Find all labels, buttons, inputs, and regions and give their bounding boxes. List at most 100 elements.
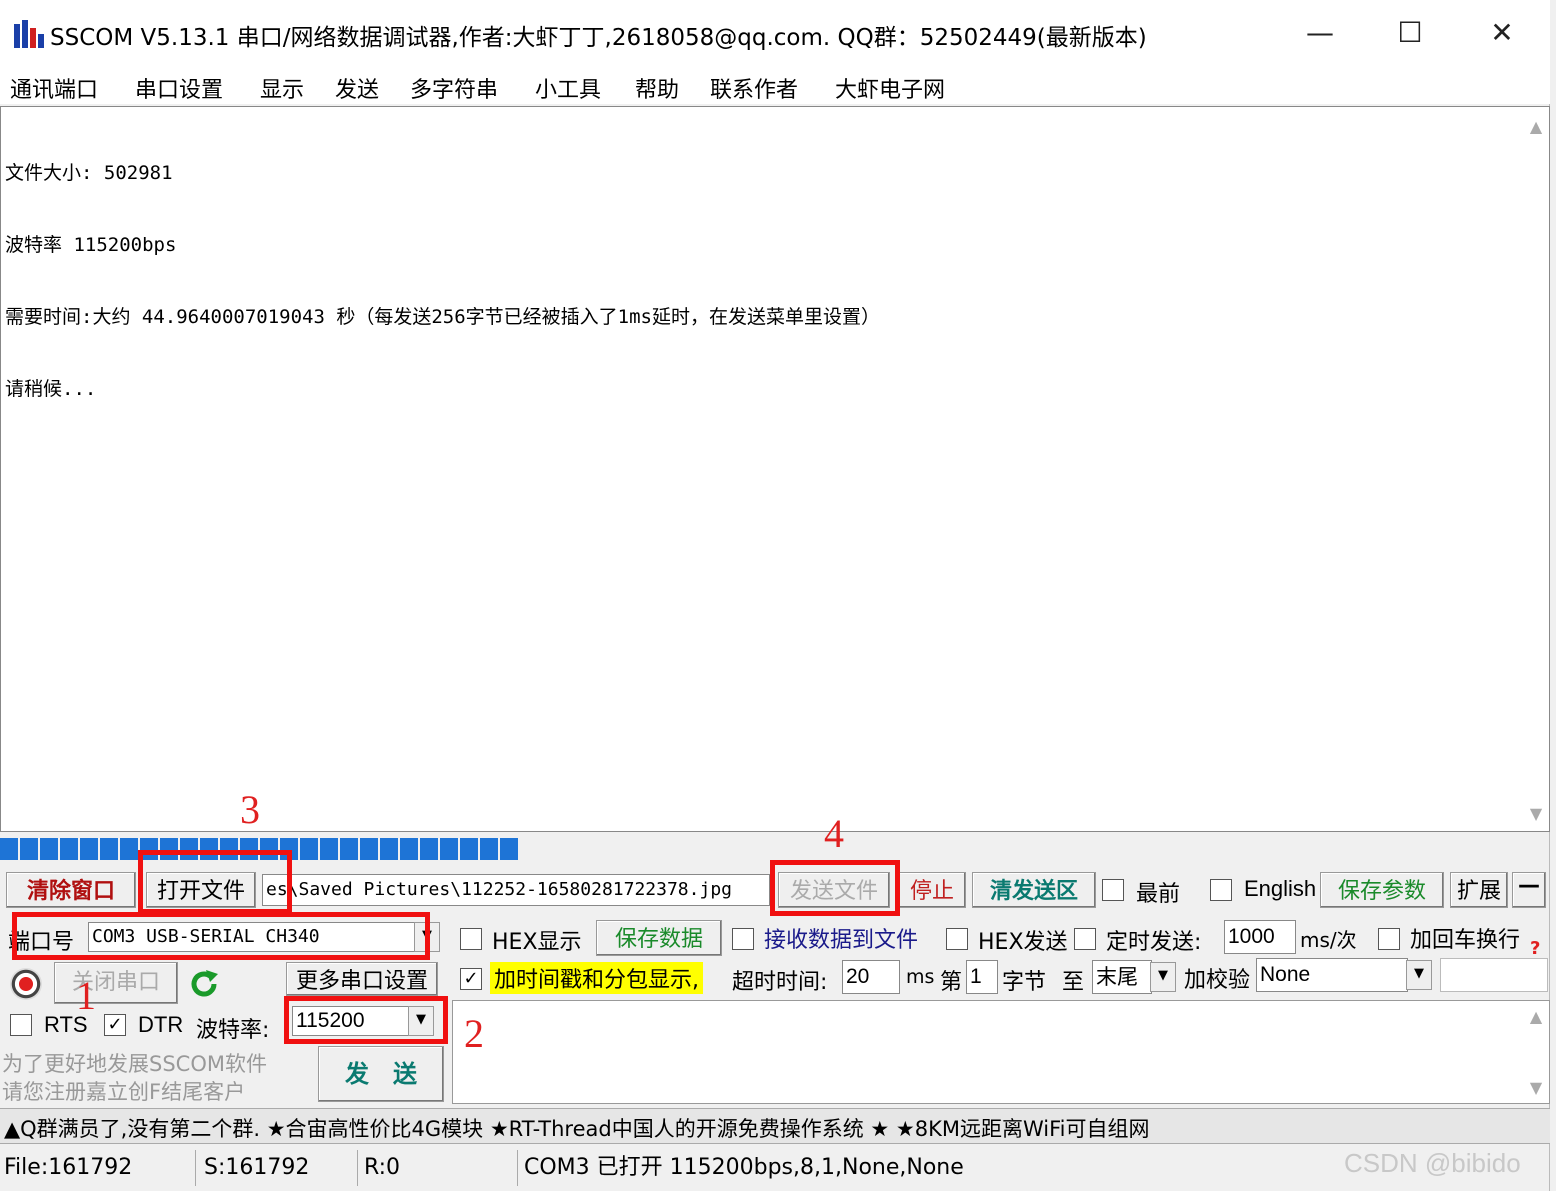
status-file: File:161792	[0, 1150, 196, 1186]
byte-prefix: 第	[940, 970, 963, 995]
recv-to-file-label[interactable]: 接收数据到文件	[764, 922, 918, 954]
title-bar: SSCOM V5.13.1 串口/网络数据调试器,作者:大虾丁丁,2618058…	[0, 0, 1550, 68]
recv-to-file-checkbox[interactable]	[732, 928, 754, 950]
checksum-result-field	[1440, 958, 1548, 992]
add-crlf-label: 加回车换行	[1410, 928, 1521, 953]
interval-unit: ms/次	[1300, 928, 1357, 952]
collapse-button[interactable]: —	[1512, 872, 1546, 908]
send-text-area[interactable]: ▲ ▼	[452, 1000, 1550, 1104]
receive-line: 需要时间:大约 44.9640007019043 秒（每发送256字节已经被插入…	[5, 306, 880, 328]
baud-label: 波特率:	[196, 1018, 270, 1043]
receive-line: 文件大小: 502981	[5, 162, 173, 184]
hex-display-checkbox[interactable]	[460, 928, 482, 950]
menu-website[interactable]: 大虾电子网	[835, 72, 945, 104]
timestamp-label: 加时间戳和分包显示,	[490, 962, 703, 994]
progress-segment	[320, 838, 338, 860]
help-icon[interactable]: ?	[1530, 938, 1540, 959]
annotation-number-2: 2	[464, 1011, 484, 1056]
scroll-down-icon[interactable]: ▼	[1525, 804, 1547, 823]
progress-segment	[100, 838, 118, 860]
save-data-button[interactable]: 保存数据	[596, 920, 722, 956]
promo-line-1[interactable]: 为了更好地发展SSCOM软件	[2, 1048, 267, 1078]
chevron-down-icon[interactable]: ▼	[1406, 960, 1432, 990]
menu-display[interactable]: 显示	[260, 72, 304, 104]
progress-segment	[460, 838, 478, 860]
progress-segment	[420, 838, 438, 860]
topmost-checkbox[interactable]	[1102, 879, 1124, 901]
app-window: SSCOM V5.13.1 串口/网络数据调试器,作者:大虾丁丁,2618058…	[0, 0, 1550, 1191]
timeout-label: 超时时间:	[732, 970, 828, 995]
send-button[interactable]: 发 送	[318, 1046, 444, 1102]
stop-button[interactable]: 停止	[898, 872, 966, 908]
receive-area[interactable]: 文件大小: 502981 波特率 115200bps 需要时间:大约 44.96…	[0, 106, 1550, 832]
menu-tools[interactable]: 小工具	[535, 72, 601, 104]
progress-segment	[0, 838, 18, 860]
file-path-field[interactable]: es\Saved Pictures\112252-16580281722378.…	[262, 874, 770, 906]
port-status-icon	[10, 968, 42, 1000]
hex-send-checkbox[interactable]	[946, 928, 968, 950]
add-crlf-checkbox[interactable]	[1378, 928, 1400, 950]
clear-window-button[interactable]: 清除窗口	[6, 872, 136, 908]
progress-segment	[400, 838, 418, 860]
close-button[interactable]: ✕	[1472, 8, 1532, 58]
timestamp-checkbox[interactable]: ✓	[460, 968, 482, 990]
dtr-checkbox[interactable]: ✓	[104, 1014, 126, 1036]
ad-text[interactable]: ▲Q群满员了,没有第二个群. ★合宙高性价比4G模块 ★RT-Thread中国人…	[4, 1113, 1149, 1143]
annotation-number-4: 4	[824, 811, 844, 856]
menu-serial-settings[interactable]: 串口设置	[135, 72, 223, 104]
progress-segment	[440, 838, 458, 860]
timed-send-checkbox[interactable]	[1074, 928, 1096, 950]
receive-line: 波特率 115200bps	[5, 234, 177, 256]
menu-contact-author[interactable]: 联系作者	[710, 72, 798, 104]
timeout-field[interactable]: 20	[842, 960, 900, 994]
refresh-icon[interactable]	[186, 966, 222, 1002]
progress-segment	[380, 838, 398, 860]
topmost-label: 最前	[1136, 882, 1181, 907]
english-checkbox[interactable]	[1210, 879, 1232, 901]
rts-checkbox[interactable]	[10, 1014, 32, 1036]
minimize-button[interactable]: —	[1290, 8, 1350, 58]
to-label: 至	[1062, 970, 1085, 995]
menu-comm-port[interactable]: 通讯端口	[10, 72, 98, 104]
chevron-down-icon[interactable]: ▼	[1150, 962, 1176, 992]
menu-multi-string[interactable]: 多字符串	[410, 72, 498, 104]
byte-index-field[interactable]: 1	[966, 960, 998, 994]
progress-segment	[120, 838, 138, 860]
interval-field[interactable]: 1000	[1224, 920, 1296, 954]
annotation-number-3: 3	[240, 787, 260, 832]
expand-button[interactable]: 扩展	[1450, 872, 1508, 908]
watermark: CSDN @bibido	[1344, 1148, 1521, 1178]
scroll-up-icon[interactable]: ▲	[1525, 117, 1547, 136]
promo-line-2[interactable]: 请您注册嘉立创F结尾客户	[2, 1076, 245, 1106]
timeout-unit: ms	[906, 966, 935, 988]
scroll-up-icon[interactable]: ▲	[1525, 1007, 1547, 1026]
progress-segment	[360, 838, 378, 860]
end-select[interactable]: 末尾	[1092, 960, 1152, 994]
annotation-box-3	[138, 850, 292, 914]
hex-display-label: HEX显示	[492, 930, 582, 955]
clear-send-button[interactable]: 清发送区	[972, 872, 1096, 908]
maximize-button[interactable]: ☐	[1380, 8, 1440, 58]
progress-segment	[300, 838, 318, 860]
english-label: English	[1244, 876, 1317, 901]
more-serial-settings-button[interactable]: 更多串口设置	[286, 962, 438, 996]
menu-bar: 通讯端口 串口设置 显示 发送 多字符串 小工具 帮助 联系作者 大虾电子网	[0, 68, 1550, 104]
scroll-down-icon[interactable]: ▼	[1525, 1078, 1547, 1097]
window-title: SSCOM V5.13.1 串口/网络数据调试器,作者:大虾丁丁,2618058…	[50, 25, 1147, 51]
checksum-select[interactable]: None	[1256, 958, 1408, 992]
dtr-label: DTR	[138, 1012, 184, 1037]
progress-segment	[340, 838, 358, 860]
ad-marquee[interactable]: ▲Q群满员了,没有第二个群. ★合宙高性价比4G模块 ★RT-Thread中国人…	[0, 1108, 1550, 1144]
byte-label: 字节	[1002, 970, 1047, 995]
close-port-button[interactable]: 关闭串口	[54, 962, 178, 1004]
save-params-button[interactable]: 保存参数	[1320, 872, 1444, 908]
progress-segment	[20, 838, 38, 860]
progress-segment	[40, 838, 58, 860]
progress-segment	[480, 838, 498, 860]
menu-help[interactable]: 帮助	[635, 72, 679, 104]
annotation-box-2	[284, 996, 448, 1044]
app-icon	[14, 20, 44, 48]
annotation-box-1	[12, 912, 430, 960]
menu-send[interactable]: 发送	[335, 72, 379, 104]
hex-send-label: HEX发送	[978, 930, 1068, 955]
